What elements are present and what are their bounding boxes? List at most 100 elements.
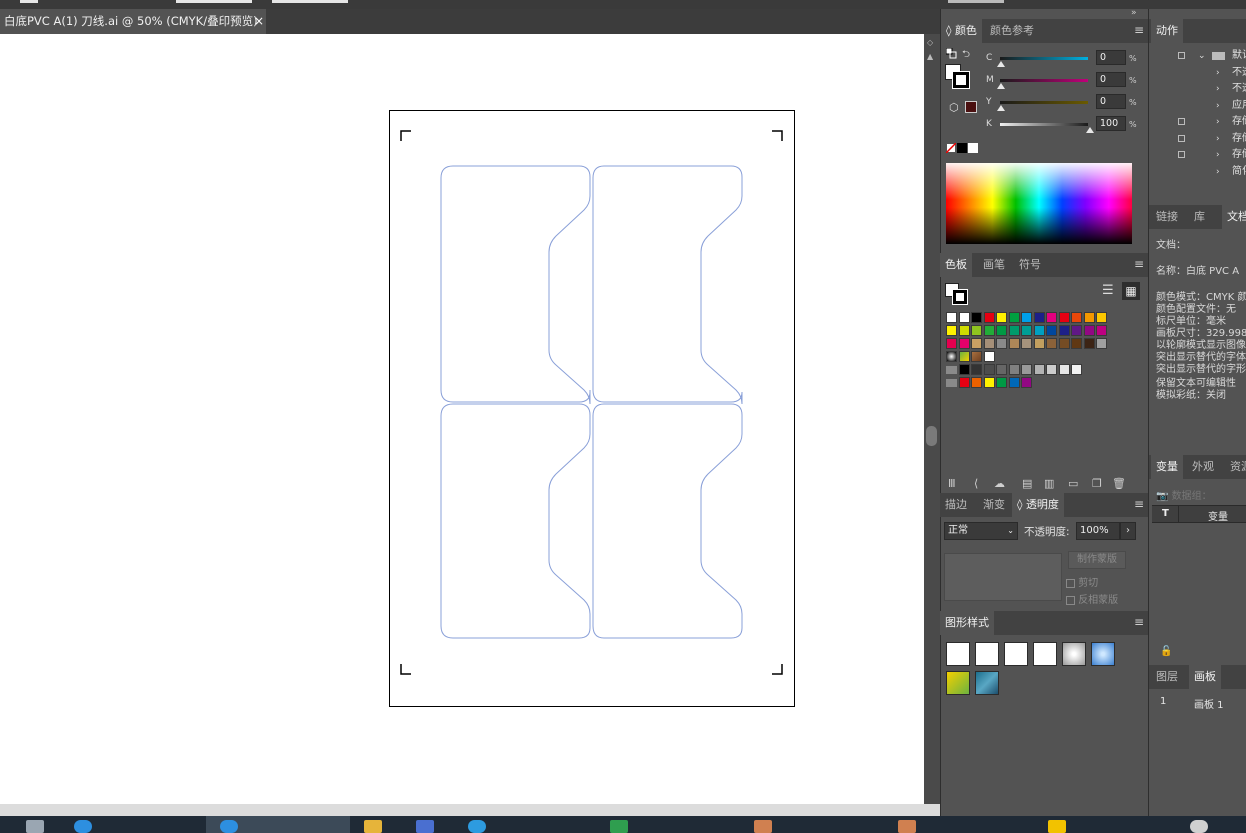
tab-color[interactable]: ◊ 颜色 (941, 19, 982, 43)
graphic-style-swatch[interactable] (1091, 642, 1115, 666)
action-item[interactable]: › 简化 (1150, 164, 1246, 180)
color-swatch[interactable] (971, 325, 982, 336)
scroll-up-icon[interactable]: ◇ (927, 38, 933, 47)
folder-icon[interactable] (364, 820, 382, 833)
taskbar-app-icon[interactable] (416, 820, 434, 833)
new-color-group-icon[interactable]: ▭ (1068, 477, 1078, 490)
chevron-right-icon[interactable]: › (1216, 164, 1220, 180)
taskbar-app-icon[interactable] (610, 820, 628, 833)
new-swatch-icon[interactable]: ❐ (1092, 477, 1102, 490)
color-swatch[interactable] (958, 364, 970, 375)
default-colors-icon[interactable] (945, 47, 958, 60)
color-swatch[interactable] (983, 325, 995, 336)
color-swatch[interactable] (1008, 312, 1020, 323)
color-swatch[interactable] (983, 377, 995, 388)
color-swatch[interactable] (1058, 364, 1070, 375)
color-swatch[interactable] (996, 377, 1007, 388)
slider-track-k[interactable] (1000, 123, 1088, 126)
color-swatch[interactable] (1046, 338, 1057, 349)
pattern-swatch[interactable] (971, 351, 982, 362)
color-group-editor-icon[interactable]: ▤ (1022, 477, 1032, 490)
artboard-canvas[interactable] (0, 34, 924, 804)
color-swatch[interactable] (946, 325, 957, 336)
color-swatch[interactable] (1058, 312, 1070, 323)
scroll-up-icon[interactable]: ▲ (927, 52, 933, 61)
color-swatch[interactable] (1046, 364, 1057, 375)
collapse-panels-icon[interactable]: » (1131, 8, 1137, 18)
chevron-right-icon[interactable]: › (1216, 98, 1220, 114)
graphic-style-swatch[interactable] (946, 671, 970, 695)
taskbar-app-icon[interactable] (754, 820, 772, 833)
tab-color-guide[interactable]: 颜色参考 (985, 19, 1039, 43)
tab-gradient[interactable]: 渐变 (978, 493, 1010, 517)
grid-view-icon[interactable]: ▦ (1122, 282, 1140, 300)
tab-actions[interactable]: 动作 (1151, 19, 1183, 43)
action-item[interactable]: › 应用 (1150, 98, 1246, 114)
color-swatch[interactable] (1021, 312, 1032, 323)
value-field-m[interactable]: 0 (1096, 72, 1126, 87)
list-view-icon[interactable]: ☰ (1102, 283, 1114, 298)
color-swatch[interactable] (1008, 338, 1020, 349)
color-swatch[interactable] (1071, 312, 1082, 323)
color-spectrum[interactable] (946, 163, 1132, 244)
lock-icon[interactable]: 🔓 (1160, 646, 1172, 657)
color-swatch[interactable] (1071, 338, 1082, 349)
blend-mode-select[interactable]: 正常 ⌄ (944, 522, 1018, 540)
black-swatch[interactable] (957, 143, 967, 153)
panel-menu-icon[interactable]: ≡ (1134, 253, 1144, 275)
close-icon[interactable]: × (254, 9, 264, 34)
color-swatch[interactable] (958, 338, 970, 349)
tab-assets[interactable]: 资源 (1225, 455, 1246, 479)
color-swatch[interactable] (971, 377, 982, 388)
color-swatch[interactable] (983, 364, 995, 375)
color-swatch[interactable] (1021, 338, 1032, 349)
color-swatch[interactable] (1058, 338, 1070, 349)
color-swatch[interactable] (1096, 325, 1107, 336)
none-swatch[interactable] (946, 143, 956, 153)
taskbar-app-icon[interactable] (1048, 820, 1066, 833)
document-tab[interactable]: 白底PVC A(1) 刀线.ai @ 50% (CMYK/叠印预览) × (0, 9, 266, 34)
gamut-color-swatch[interactable] (965, 101, 977, 113)
horizontal-scrollbar[interactable] (0, 804, 940, 816)
tab-appearance[interactable]: 外观 (1187, 455, 1219, 479)
color-swatch[interactable] (958, 377, 970, 388)
taskbar-app-icon[interactable] (898, 820, 916, 833)
tab-libraries[interactable]: 库 (1189, 205, 1210, 229)
action-item[interactable]: › 不透 (1150, 65, 1246, 81)
action-item[interactable]: › 存储 (1150, 114, 1246, 130)
color-swatch[interactable] (1008, 364, 1020, 375)
chevron-right-icon[interactable]: › (1216, 131, 1220, 147)
tab-swatches[interactable]: 色板 (940, 253, 972, 277)
swatch-options-icon[interactable]: ▥ (1044, 477, 1054, 490)
slider-knob-c[interactable] (997, 61, 1005, 67)
white-swatch[interactable] (968, 143, 978, 153)
color-swatch[interactable] (971, 338, 982, 349)
delete-swatch-icon[interactable]: 🗑 (1112, 477, 1126, 490)
slider-knob-y[interactable] (997, 105, 1005, 111)
chevron-right-icon[interactable]: › (1216, 147, 1220, 163)
color-swatch[interactable] (1033, 312, 1045, 323)
slider-knob-m[interactable] (997, 83, 1005, 89)
make-mask-button[interactable]: 制作蒙版 (1068, 551, 1126, 569)
graphic-style-swatch[interactable] (946, 642, 970, 666)
color-swatch[interactable] (958, 325, 970, 336)
color-swatch[interactable] (1033, 325, 1045, 336)
control-field[interactable] (272, 0, 348, 3)
taskbar-app-icon[interactable] (1190, 820, 1208, 833)
color-swatch[interactable] (996, 312, 1007, 323)
chevron-right-icon[interactable]: › (1216, 114, 1220, 130)
color-swatch[interactable] (1021, 364, 1032, 375)
scroll-thumb[interactable] (926, 426, 937, 446)
panel-menu-icon[interactable]: ≡ (1134, 611, 1144, 633)
slider-knob-k[interactable] (1086, 127, 1094, 133)
graphic-style-swatch[interactable] (1062, 642, 1086, 666)
color-swatch[interactable] (1083, 325, 1095, 336)
pattern-swatch[interactable] (983, 351, 995, 362)
tab-document-info[interactable]: 文档 (1222, 205, 1246, 229)
action-toggle-checkbox[interactable] (1178, 134, 1185, 142)
color-swatch[interactable] (1008, 325, 1020, 336)
swatch-kind-icon[interactable]: ⟨ (974, 477, 978, 490)
color-swatch[interactable] (996, 364, 1007, 375)
invert-mask-checkbox[interactable]: 反相蒙版 (1066, 591, 1146, 606)
value-field-c[interactable]: 0 (1096, 50, 1126, 65)
